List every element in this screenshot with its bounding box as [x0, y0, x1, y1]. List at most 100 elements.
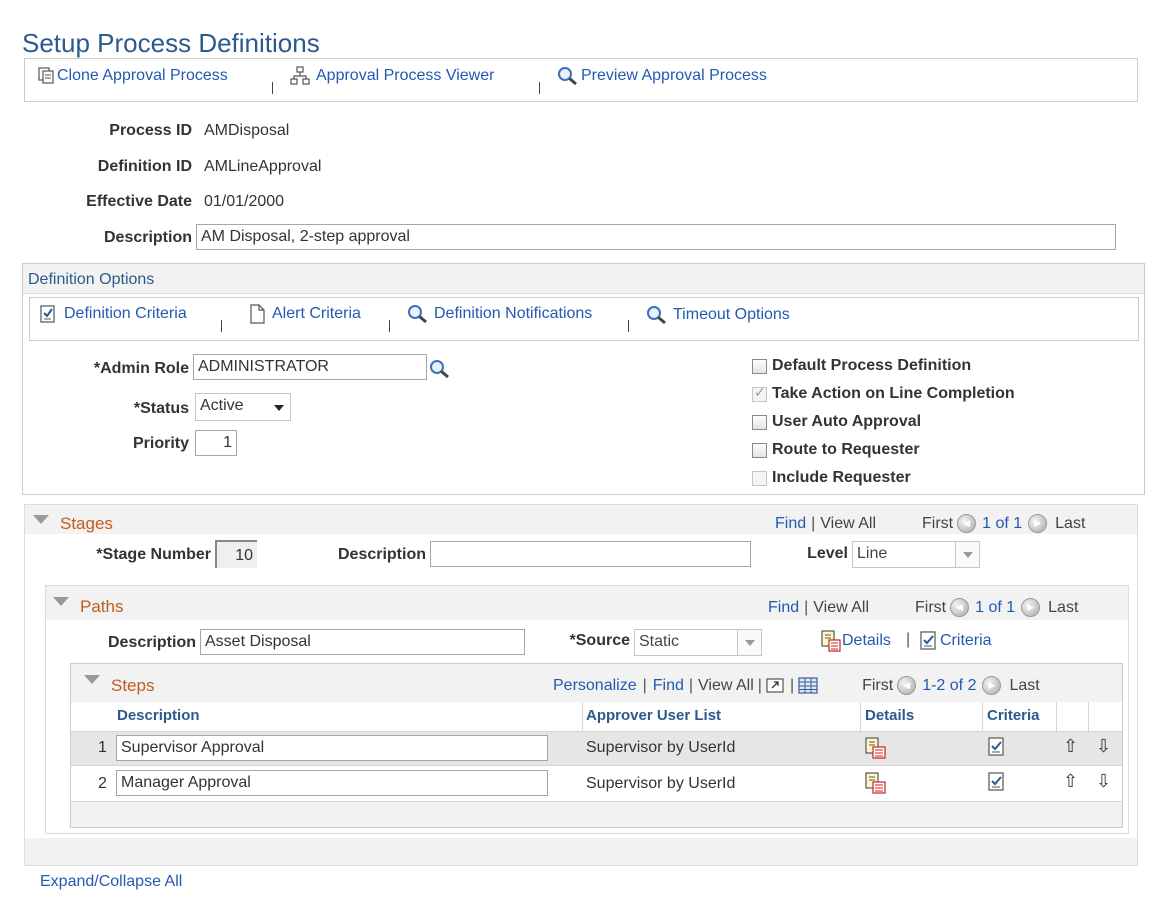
status-select[interactable]: Active [195, 393, 291, 421]
definition-criteria-label: Definition Criteria [64, 305, 187, 322]
move-down-button[interactable]: ⇩ [1096, 771, 1111, 792]
step-description-input[interactable]: Manager Approval [116, 770, 548, 796]
definition-options-title: Definition Options [28, 271, 155, 288]
admin-role-lookup-button[interactable] [429, 359, 451, 384]
stage-description-label: Description [337, 546, 426, 563]
paths-prev-button[interactable]: ◀ [950, 598, 970, 617]
download-spreadsheet-icon[interactable] [798, 676, 818, 695]
next-icon: ▶ [1027, 602, 1035, 612]
collapse-steps-icon[interactable] [84, 675, 100, 684]
paths-view-all[interactable]: View All [813, 599, 869, 617]
stages-view-all[interactable]: View All [820, 515, 876, 533]
path-description-label: Description [107, 634, 196, 651]
previous-icon: ◀ [963, 518, 971, 528]
move-up-button[interactable]: ⇧ [1063, 771, 1078, 792]
source-label: *Source [569, 632, 630, 649]
effective-date-label: Effective Date [86, 193, 192, 210]
steps-next-button[interactable]: ▶ [982, 676, 1002, 695]
approver-user-list: Supervisor by UserId [586, 739, 736, 756]
checkbox-route-to-requester[interactable]: Route to Requester [752, 441, 920, 459]
clone-approval-process-link[interactable]: Clone Approval Process [37, 66, 228, 86]
step-details-button[interactable] [864, 737, 888, 764]
checkbox-default-process-definition[interactable]: Default Process Definition [752, 357, 971, 375]
paths-next-button[interactable]: ▶ [1021, 598, 1041, 617]
steps-prev-button[interactable]: ◀ [897, 676, 917, 695]
step-criteria-button[interactable] [987, 737, 1007, 762]
source-select[interactable]: Static [634, 629, 762, 656]
chevron-down-icon [962, 551, 973, 558]
stages-last: Last [1055, 514, 1086, 532]
options-separator [628, 320, 629, 332]
stages-find-link[interactable]: Find [775, 515, 806, 533]
nav-divider: | [757, 676, 762, 694]
clone-approval-process-label: Clone Approval Process [57, 67, 228, 84]
criteria-icon [988, 772, 1004, 791]
definition-criteria-link[interactable]: Definition Criteria [38, 304, 187, 324]
checkbox-label: Default Process Definition [772, 357, 972, 374]
paths-nav: Find | View All First ◀ 1 of 1 ▶ Last [768, 598, 1078, 617]
stages-first: First [922, 514, 954, 532]
preview-approval-process-link[interactable]: Preview Approval Process [557, 66, 767, 86]
lookup-icon [430, 360, 449, 379]
paths-find-link[interactable]: Find [768, 599, 799, 617]
zoom-grid-icon[interactable] [766, 677, 786, 695]
source-dropdown-button [737, 630, 761, 655]
level-select[interactable]: Line [852, 541, 980, 568]
paths-title: Paths [80, 597, 124, 616]
status-label: *Status [133, 400, 189, 417]
step-description-input[interactable]: Supervisor Approval [116, 735, 548, 761]
collapse-stages-icon[interactable] [33, 515, 49, 524]
steps-view-all[interactable]: View All [698, 677, 754, 695]
details-icon [865, 737, 886, 759]
chevron-down-icon [274, 405, 284, 411]
nav-divider: | [789, 676, 795, 694]
magnifier-icon [558, 67, 577, 86]
steps-personalize-link[interactable]: Personalize [553, 677, 637, 695]
checkmark-icon: ✓ [754, 383, 766, 400]
path-criteria-link[interactable]: Criteria [918, 630, 992, 652]
criteria-icon [920, 631, 936, 650]
hierarchy-icon [290, 66, 310, 85]
stages-prev-button[interactable]: ◀ [957, 514, 977, 533]
expand-collapse-all-link[interactable]: Expand/Collapse All [40, 873, 182, 891]
details-icon [865, 772, 886, 794]
checkbox-box [752, 414, 767, 430]
stage-description-input[interactable] [430, 541, 751, 567]
checkbox-include-requester[interactable]: Include Requester [752, 469, 911, 487]
path-description-input[interactable]: Asset Disposal [200, 629, 525, 655]
definition-notifications-link[interactable]: Definition Notifications [407, 304, 592, 324]
checkbox-take-action-on-line-completion[interactable]: ✓ Take Action on Line Completion [752, 383, 1015, 403]
paths-first: First [915, 598, 947, 616]
row-number: 2 [98, 775, 107, 792]
steps-last: Last [1009, 676, 1040, 694]
steps-first: First [862, 676, 894, 694]
path-details-label: Details [842, 632, 891, 649]
step-details-button[interactable] [864, 772, 888, 799]
description-input[interactable]: AM Disposal, 2-step approval [196, 224, 1116, 250]
checkbox-user-auto-approval[interactable]: User Auto Approval [752, 413, 921, 431]
nav-divider: | [688, 676, 694, 694]
stages-next-button[interactable]: ▶ [1028, 514, 1048, 533]
steps-counter: 1-2 of 2 [922, 676, 977, 694]
checkbox-label: Route to Requester [772, 441, 920, 458]
approver-user-list: Supervisor by UserId [586, 775, 736, 792]
paths-counter: 1 of 1 [975, 598, 1016, 616]
move-up-button[interactable]: ⇧ [1063, 736, 1078, 757]
move-down-button[interactable]: ⇩ [1096, 736, 1111, 757]
path-details-link[interactable]: Details [820, 630, 891, 652]
column-header-details: Details [865, 707, 915, 724]
process-id-label: Process ID [109, 122, 192, 139]
priority-input[interactable]: 1 [195, 430, 237, 456]
step-criteria-button[interactable] [987, 772, 1007, 797]
options-separator [389, 320, 390, 332]
nav-divider: | [642, 676, 647, 694]
priority-label: Priority [132, 435, 189, 452]
alert-criteria-link[interactable]: Alert Criteria [247, 304, 361, 324]
timeout-options-link[interactable]: Timeout Options [646, 305, 790, 325]
timeout-options-label: Timeout Options [673, 306, 790, 323]
checkbox-box [752, 358, 767, 374]
admin-role-input[interactable]: ADMINISTRATOR [193, 354, 427, 380]
approval-process-viewer-link[interactable]: Approval Process Viewer [290, 66, 494, 86]
steps-find-link[interactable]: Find [653, 677, 684, 695]
collapse-paths-icon[interactable] [53, 597, 69, 606]
